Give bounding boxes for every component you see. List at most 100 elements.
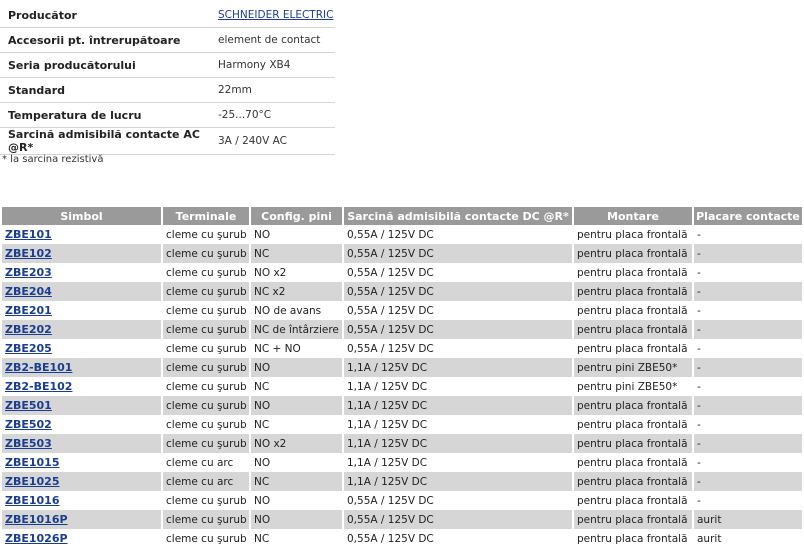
product-code-link[interactable]: ZBE202 [5,323,52,336]
pin-config: NC de întârziere [250,320,344,339]
terminal-type: cleme cu şurub [162,415,251,434]
mounting: pentru placa frontală [573,339,694,358]
spec-label: Temperatura de lucru [0,102,210,128]
spec-value: 3A / 240V AC [210,127,335,155]
table-row: ZBE202 cleme cu şurub NC de întârziere 0,55… [2,320,802,339]
spec-label: Producător [0,3,210,28]
dc-load: 1,1A / 125V DC [343,377,574,396]
spec-table: Producător SCHNEIDER ELECTRIC Accesorii pt… [0,3,335,155]
pin-config: NC + NO [250,339,344,358]
header-terminale: Terminale [162,207,251,225]
header-placare: Placare contacte [693,207,802,225]
spec-value: Harmony XB4 [210,52,335,78]
footnote: * la sarcina rezistivă [2,154,104,165]
product-code-link[interactable]: ZBE102 [5,247,52,260]
table-row: ZBE503 cleme cu şurub NO x2 1,1A / 125V DC p… [2,434,802,453]
dc-load: 0,55A / 125V DC [343,282,574,301]
terminal-type: cleme cu şurub [162,510,251,529]
contact-plating: - [693,320,802,339]
product-code-link[interactable]: ZB2-BE101 [5,361,72,374]
spec-row: Producător SCHNEIDER ELECTRIC [0,3,335,28]
dc-load: 1,1A / 125V DC [343,358,574,377]
product-code-link[interactable]: ZBE1026P [5,532,68,545]
product-code-link[interactable]: ZBE203 [5,266,52,279]
terminal-type: cleme cu arc [162,472,251,491]
product-code: ZBE1016P [2,510,163,529]
mounting: pentru placa frontală [573,263,694,282]
pin-config: NO [250,358,344,377]
product-code-link[interactable]: ZBE1015 [5,456,60,469]
product-code-link[interactable]: ZBE201 [5,304,52,317]
product-code-link[interactable]: ZBE1025 [5,475,60,488]
product-code: ZBE203 [2,263,163,282]
mounting: pentru placa frontală [573,396,694,415]
terminal-type: cleme cu şurub [162,263,251,282]
contact-plating: - [693,472,802,491]
terminal-type: cleme cu şurub [162,320,251,339]
pin-config: NC [250,415,344,434]
contact-plating: aurit [693,510,802,529]
terminal-type: cleme cu şurub [162,358,251,377]
mounting: pentru placa frontală [573,301,694,320]
dc-load: 1,1A / 125V DC [343,415,574,434]
terminal-type: cleme cu şurub [162,377,251,396]
manufacturer-link[interactable]: SCHNEIDER ELECTRIC [218,9,333,21]
mounting: pentru placa frontală [573,434,694,453]
table-row: ZBE502 cleme cu şurub NC 1,1A / 125V DC pent… [2,415,802,434]
spec-label: Seria producătorului [0,52,210,78]
pin-config: NO [250,396,344,415]
table-row: ZB2-BE101 cleme cu şurub NO 1,1A / 125V DC p… [2,358,802,377]
table-row: ZBE203 cleme cu şurub NO x2 0,55A / 125V DC… [2,263,802,282]
spec-row: Accesorii pt. întrerupătoare element de c… [0,27,335,53]
mounting: pentru placa frontală [573,244,694,263]
table-row: ZBE101 cleme cu şurub NO 0,55A / 125V DC pen… [2,225,802,244]
contact-plating: - [693,396,802,415]
product-code-link[interactable]: ZB2-BE102 [5,380,72,393]
product-code-link[interactable]: ZBE502 [5,418,52,431]
spec-label: Accesorii pt. întrerupătoare [0,27,210,53]
product-code-link[interactable]: ZBE1016P [5,513,68,526]
mounting: pentru placa frontală [573,282,694,301]
mounting: pentru placa frontală [573,320,694,339]
product-code: ZBE502 [2,415,163,434]
table-row: ZBE501 cleme cu şurub NO 1,1A / 125V DC pent… [2,396,802,415]
spec-row: Seria producătorului Harmony XB4 [0,52,335,78]
pin-config: NO [250,491,344,510]
product-code-link[interactable]: ZBE501 [5,399,52,412]
product-code: ZBE503 [2,434,163,453]
product-code-link[interactable]: ZBE204 [5,285,52,298]
header-config-pini: Config. pini [250,207,344,225]
dc-load: 0,55A / 125V DC [343,491,574,510]
product-code: ZBE101 [2,225,163,244]
product-code-link[interactable]: ZBE101 [5,228,52,241]
pin-config: NC x2 [250,282,344,301]
product-code: ZB2-BE102 [2,377,163,396]
mounting: pentru placa frontală [573,453,694,472]
terminal-type: cleme cu arc [162,453,251,472]
product-code: ZBE1015 [2,453,163,472]
pin-config: NC [250,244,344,263]
dc-load: 0,55A / 125V DC [343,244,574,263]
spec-value: element de contact [210,27,335,53]
table-row: ZB2-BE102 cleme cu şurub NC 1,1A / 125V DC p… [2,377,802,396]
terminal-type: cleme cu şurub [162,225,251,244]
product-code-link[interactable]: ZBE205 [5,342,52,355]
contact-plating: - [693,491,802,510]
product-code: ZBE1016 [2,491,163,510]
mounting: pentru placa frontală [573,415,694,434]
dc-load: 0,55A / 125V DC [343,339,574,358]
table-row: ZBE102 cleme cu şurub NC 0,55A / 125V DC pen… [2,244,802,263]
dc-load: 0,55A / 125V DC [343,510,574,529]
product-code: ZBE202 [2,320,163,339]
product-code: ZBE1026P [2,529,163,548]
contact-plating: - [693,415,802,434]
product-code-link[interactable]: ZBE1016 [5,494,60,507]
product-code-link[interactable]: ZBE503 [5,437,52,450]
table-row: ZBE1016 cleme cu şurub NO 0,55A / 125V DC pe… [2,491,802,510]
contact-plating: - [693,301,802,320]
product-code: ZB2-BE101 [2,358,163,377]
contact-plating: - [693,453,802,472]
contact-plating: - [693,225,802,244]
contact-plating: - [693,358,802,377]
table-row: ZBE1026P cleme cu şurub NC 0,55A / 125V DC p… [2,529,802,548]
